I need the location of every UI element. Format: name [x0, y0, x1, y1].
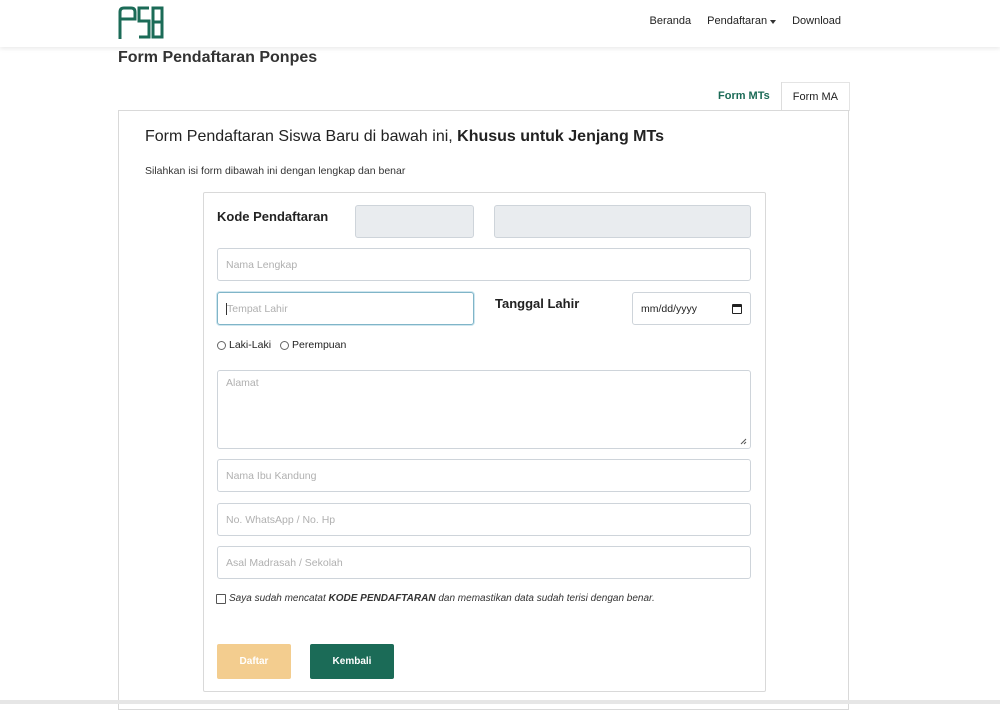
confirm-bold: KODE PENDAFTARAN: [328, 593, 436, 604]
nav-pendaftaran[interactable]: Pendaftaran: [707, 15, 777, 27]
daftar-button[interactable]: Daftar: [217, 644, 291, 679]
alamat-textarea[interactable]: Alamat: [217, 370, 751, 449]
kode-prefix-field: [355, 205, 474, 238]
alamat-placeholder: Alamat: [226, 377, 259, 389]
nama-ibu-placeholder: Nama Ibu Kandung: [226, 469, 317, 482]
calendar-icon[interactable]: [732, 303, 742, 314]
tempat-lahir-field[interactable]: Tempat Lahir: [217, 292, 474, 325]
nama-ibu-field[interactable]: Nama Ibu Kandung: [217, 459, 751, 492]
asal-sekolah-placeholder: Asal Madrasah / Sekolah: [226, 556, 343, 569]
tanggal-lahir-label: Tanggal Lahir: [495, 296, 580, 311]
kembali-button[interactable]: Kembali: [310, 644, 394, 679]
nama-lengkap-field[interactable]: Nama Lengkap: [217, 248, 751, 281]
form-card: Form Pendaftaran Siswa Baru di bawah ini…: [118, 110, 849, 710]
radio-perempuan-label: Perempuan: [292, 339, 347, 351]
radio-circle[interactable]: [280, 340, 290, 350]
resize-handle-icon[interactable]: [740, 438, 747, 445]
confirm-suffix: dan memastikan data sudah terisi dengan …: [435, 593, 655, 604]
card-heading-bold: Khusus untuk Jenjang MTs: [457, 128, 664, 145]
nav-download[interactable]: Download: [792, 15, 841, 27]
page-bottom-border: [0, 700, 1000, 704]
whatsapp-field[interactable]: No. WhatsApp / No. Hp: [217, 503, 751, 536]
radio-laki-laki-label: Laki-Laki: [229, 339, 272, 351]
kode-number-field: [494, 205, 751, 238]
page-title: Form Pendaftaran Ponpes: [118, 49, 318, 66]
nav-beranda[interactable]: Beranda: [650, 15, 692, 27]
registration-form: Kode Pendaftaran Nama Lengkap Tempat Lah…: [203, 192, 766, 692]
confirm-text: Saya sudah mencatat KODE PENDAFTARAN dan…: [229, 593, 655, 604]
card-heading-normal: Form Pendaftaran Siswa Baru di bawah ini…: [145, 128, 458, 145]
card-heading: Form Pendaftaran Siswa Baru di bawah ini…: [145, 128, 664, 146]
nama-lengkap-placeholder: Nama Lengkap: [226, 258, 298, 271]
tanggal-lahir-value: mm/dd/yyyy: [641, 302, 698, 315]
confirm-checkbox-row[interactable]: Saya sudah mencatat KODE PENDAFTARAN dan…: [216, 593, 655, 604]
radio-laki-laki[interactable]: Laki-Laki: [217, 339, 271, 351]
kode-pendaftaran-label: Kode Pendaftaran: [217, 209, 329, 224]
form-tabs: Form MTs Form MA: [707, 82, 850, 111]
chevron-down-icon: [770, 19, 777, 24]
tempat-lahir-placeholder: Tempat Lahir: [227, 302, 288, 315]
gender-radio-group: Laki-Laki Perempuan: [217, 339, 346, 351]
radio-circle[interactable]: [217, 340, 226, 350]
navbar: Beranda Pendaftaran Download: [0, 0, 1000, 47]
psb-logo[interactable]: [118, 6, 164, 40]
card-subtitle: Silahkan isi form dibawah ini dengan len…: [145, 165, 406, 177]
radio-perempuan[interactable]: Perempuan: [280, 339, 346, 351]
asal-sekolah-field[interactable]: Asal Madrasah / Sekolah: [217, 546, 751, 579]
tab-form-mts[interactable]: Form MTs: [707, 82, 782, 111]
tanggal-lahir-field[interactable]: mm/dd/yyyy: [632, 292, 751, 325]
confirm-checkbox[interactable]: [216, 593, 226, 604]
tab-form-ma[interactable]: Form MA: [781, 82, 850, 111]
nav-links: Beranda Pendaftaran Download: [650, 15, 841, 27]
whatsapp-placeholder: No. WhatsApp / No. Hp: [226, 513, 336, 526]
confirm-prefix: Saya sudah mencatat: [229, 593, 329, 604]
nav-pendaftaran-label: Pendaftaran: [707, 15, 768, 27]
